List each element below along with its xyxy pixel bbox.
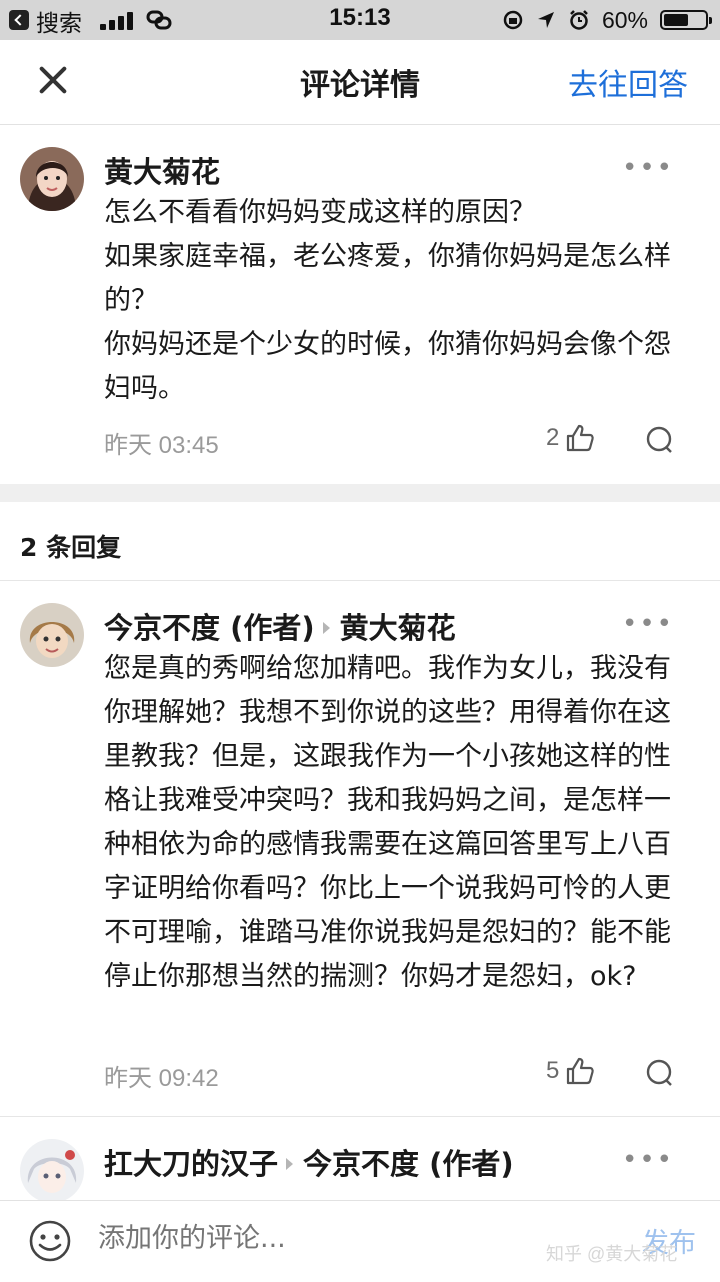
thumbs-up-icon (567, 1057, 595, 1085)
reply-author-line: 今京不度 (作者) 黄大菊花 (104, 605, 456, 647)
comment-line: 怎么不看看你妈妈变成这样的原因？ (104, 197, 536, 228)
reply-author[interactable]: 今京不度 (作者) (104, 611, 315, 645)
battery-percentage: 60% (601, 6, 648, 33)
goto-answer-button[interactable]: 去往回答 (568, 60, 688, 104)
comment-line: 你妈妈还是个少女的时候，你猜你妈妈会像个怨妇吗。 (104, 329, 671, 404)
status-bar: 搜索 15:13 60% (0, 0, 720, 40)
location-icon (537, 12, 554, 28)
avatar[interactable] (20, 603, 84, 667)
like-count: 5 (546, 1057, 560, 1084)
more-options-icon[interactable]: ••• (622, 153, 674, 183)
avatar[interactable] (20, 1139, 84, 1200)
rotation-lock-icon (503, 10, 523, 30)
more-options-icon[interactable]: ••• (622, 609, 674, 639)
reply-content: 您是真的秀啊给您加精吧。我作为女儿，我没有你理解她？我想不到你说的这些？用得着你… (104, 653, 671, 992)
reply-author[interactable]: 扛大刀的汉子 (104, 1147, 278, 1181)
replies-count: 2 条回复 (20, 533, 122, 562)
reply-comment-icon[interactable] (644, 1058, 674, 1088)
navigation-header: 评论详情 去往回答 (0, 40, 720, 125)
main-comment: 黄大菊花 ••• 怎么不看看你妈妈变成这样的原因？ 如果家庭幸福，老公疼爱，你猜… (0, 125, 720, 484)
reply-author-line: 扛大刀的汉子 今京不度 (作者) (104, 1141, 514, 1183)
like-button[interactable]: 5 (546, 1056, 595, 1086)
comment-line: 如果家庭幸福，老公疼爱，你猜你妈妈是怎么样的？ (104, 241, 671, 316)
emoji-icon[interactable] (28, 1219, 72, 1263)
reply-comment: 今京不度 (作者) 黄大菊花 ••• 您是真的秀啊给您加精吧。我作为女儿，我没有你… (0, 581, 720, 1116)
reply-to-arrow-icon (322, 622, 330, 634)
reply-to-user[interactable]: 黄大菊花 (340, 611, 456, 645)
reply-to-arrow-icon (286, 1158, 294, 1170)
battery-icon (660, 10, 712, 30)
section-divider (0, 484, 720, 502)
comment-content: 怎么不看看你妈妈变成这样的原因？ 如果家庭幸福，老公疼爱，你猜你妈妈是怎么样的？… (104, 191, 674, 411)
more-options-icon[interactable]: ••• (622, 1145, 674, 1175)
thumbs-up-icon (567, 424, 595, 452)
watermark: 知乎 @黄大菊花 (546, 1244, 678, 1264)
reply-comment: 扛大刀的汉子 今京不度 (作者) ••• (0, 1117, 720, 1200)
like-button[interactable]: 2 (546, 423, 595, 453)
reply-to-user[interactable]: 今京不度 (作者) (303, 1147, 514, 1181)
reply-timestamp: 昨天 09:42 (104, 1065, 219, 1092)
reply-comment-icon[interactable] (644, 425, 674, 455)
like-count: 2 (546, 424, 560, 451)
comment-input[interactable] (98, 1223, 518, 1254)
comment-timestamp: 昨天 03:45 (104, 432, 219, 459)
alarm-icon (570, 10, 588, 30)
avatar[interactable] (20, 147, 84, 211)
comment-author[interactable]: 黄大菊花 (104, 149, 220, 191)
